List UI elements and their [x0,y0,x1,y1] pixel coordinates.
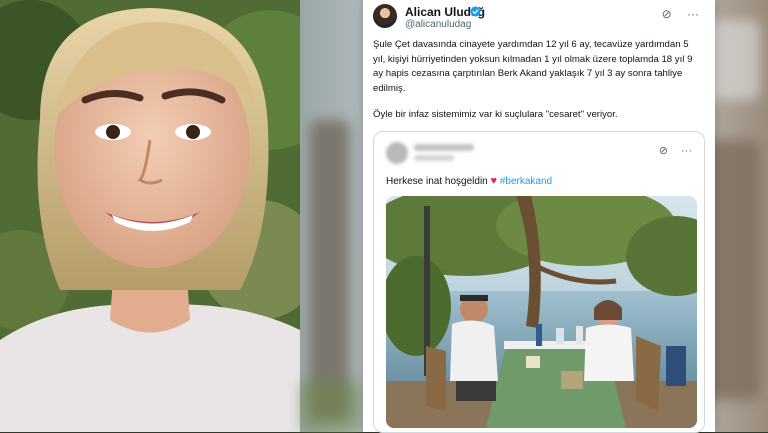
tweet-card: Alican Uludağ @alicanuludag ⊘ ··· Şule Ç… [363,0,715,433]
author-handle[interactable]: @alicanuludag [405,19,471,30]
more-icon[interactable]: ··· [687,7,699,21]
grok-icon[interactable]: ⊘ [662,7,672,21]
portrait-photo [0,0,300,432]
quoted-handle-blurred [414,155,454,161]
verified-badge-icon [470,6,481,17]
tweet-paragraph-1: Şule Çet davasında cinayete yardımdan 12… [373,39,693,94]
quoted-actions: ⊘ ··· [649,144,692,157]
tweet-paragraph-2: Öyle bir infaz sistemimiz var ki suçlula… [373,109,618,120]
author-avatar[interactable] [373,4,397,28]
quoted-text: Herkese inat hoşgeldin ♥ #berkakand [386,175,552,187]
hashtag-link[interactable]: #berkakand [500,176,552,187]
more-icon[interactable]: ··· [681,145,692,157]
portrait-image [0,0,300,432]
heart-icon: ♥ [490,175,498,187]
quoted-name-blurred [414,144,474,151]
quoted-tweet[interactable]: ⊘ ··· Herkese inat hoşgeldin ♥ #berkakan… [373,131,705,433]
quoted-text-body: Herkese inat hoşgeldin [386,176,488,187]
tweet-actions: ⊘ ··· [650,7,699,21]
quoted-avatar-blurred [386,142,408,164]
lakeside-dinner-image [386,196,697,428]
quoted-photo[interactable] [386,196,697,428]
tweet-text: Şule Çet davasında cinayete yardımdan 12… [373,38,703,135]
tweet-header: Alican Uludağ @alicanuludag ⊘ ··· [373,4,705,32]
grok-icon[interactable]: ⊘ [659,145,668,157]
